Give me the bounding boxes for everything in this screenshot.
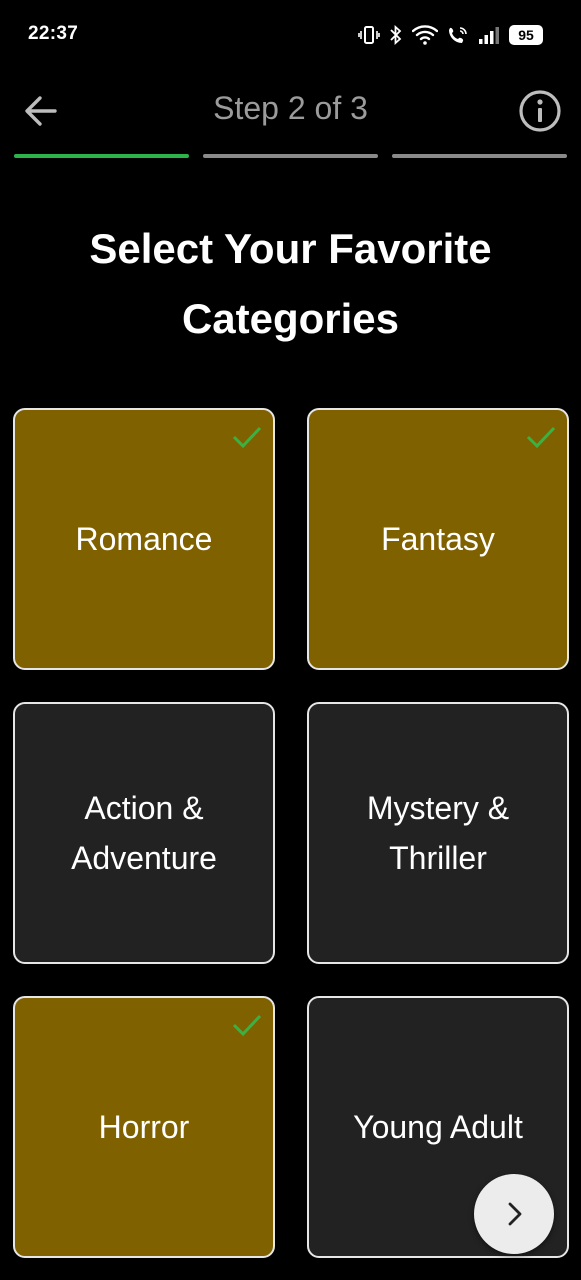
- step-label: Step 2 of 3: [213, 90, 368, 126]
- header: Step 2 of 3: [0, 80, 581, 140]
- category-label: Horror: [98, 1109, 190, 1145]
- wifi-calling-icon: [447, 25, 469, 45]
- check-icon: [526, 426, 556, 449]
- status-bar: 22:37 95: [0, 0, 581, 70]
- check-icon: [232, 426, 262, 449]
- progress-segment-3: [392, 154, 567, 158]
- next-button[interactable]: [474, 1174, 554, 1254]
- info-icon: [519, 90, 561, 132]
- chevron-right-icon: [508, 1202, 522, 1226]
- battery-icon: 95: [509, 25, 543, 45]
- vibrate-icon: [358, 25, 380, 45]
- category-card-mystery-thriller[interactable]: Mystery & Thriller: [307, 702, 569, 964]
- wifi-icon: [412, 25, 438, 45]
- category-card-romance[interactable]: Romance: [13, 408, 275, 670]
- page-title: Select Your Favorite Categories: [89, 225, 492, 342]
- bluetooth-icon: [389, 25, 403, 45]
- status-time: 22:37: [28, 23, 79, 44]
- category-label: Mystery & Thriller: [366, 790, 510, 876]
- progress-segment-2: [203, 154, 378, 158]
- screen: 22:37 95 Step 2 of 3 Select Your Favorit…: [0, 0, 581, 1280]
- category-label: Fantasy: [381, 521, 495, 557]
- category-label: Romance: [75, 521, 213, 557]
- category-card-action-adventure[interactable]: Action & Adventure: [13, 702, 275, 964]
- check-icon: [232, 1014, 262, 1037]
- category-label: Young Adult: [353, 1109, 523, 1145]
- category-label: Action & Adventure: [71, 790, 217, 876]
- category-card-horror[interactable]: Horror: [13, 996, 275, 1258]
- info-button[interactable]: [515, 86, 565, 136]
- signal-icon: [478, 25, 500, 45]
- progress-segment-1: [14, 154, 189, 158]
- status-icons: 95: [358, 22, 543, 48]
- category-card-fantasy[interactable]: Fantasy: [307, 408, 569, 670]
- step-progress: [14, 154, 567, 160]
